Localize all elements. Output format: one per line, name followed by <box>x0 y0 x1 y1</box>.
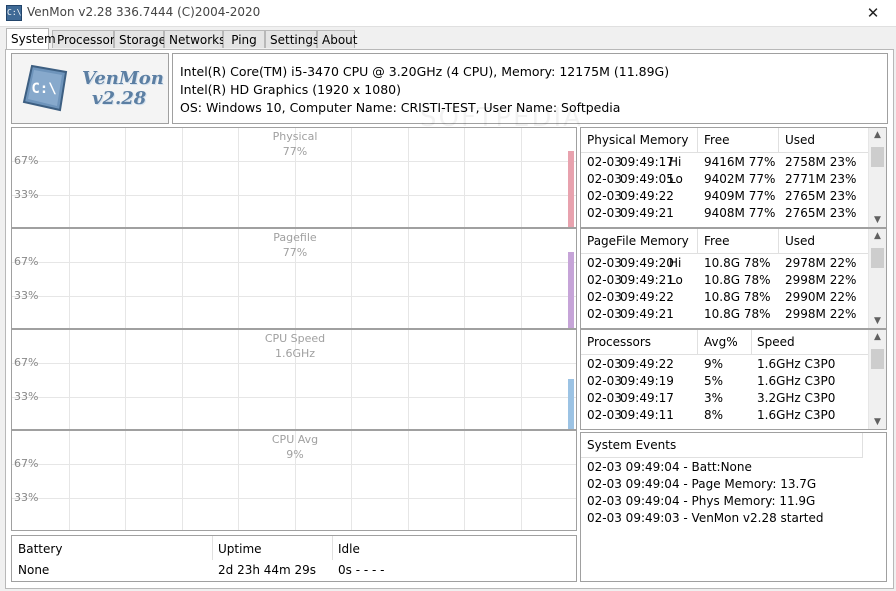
tab-settings[interactable]: Settings <box>265 30 319 48</box>
close-button[interactable]: ✕ <box>850 0 896 26</box>
scroll-down-icon[interactable]: ▼ <box>869 316 886 326</box>
graph-value: 77% <box>282 145 308 158</box>
list-item[interactable]: 02-03 09:49:17 3% 3.2GHz C3P0 <box>581 391 870 408</box>
window-title: VenMon v2.28 336.7444 (C)2004-2020 <box>27 5 261 19</box>
scroll-down-icon[interactable]: ▼ <box>869 215 886 225</box>
tick-low: 33% <box>14 491 39 504</box>
scroll-thumb[interactable] <box>871 349 884 369</box>
column-header-speed[interactable]: Speed <box>757 335 795 349</box>
scroll-down-icon[interactable]: ▼ <box>869 417 886 427</box>
scrollbar[interactable]: ▲ ▼ <box>868 229 886 328</box>
column-header-free[interactable]: Free <box>704 133 729 147</box>
graph-value: 1.6GHz <box>274 347 316 360</box>
tick-high: 67% <box>14 255 39 268</box>
list-item[interactable]: 02-03 09:49:21 10.8G 78% 2998M 22% <box>581 307 870 324</box>
tab-networks[interactable]: Networks <box>164 30 225 48</box>
list-item[interactable]: 02-03 09:49:22 9409M 77% 2765M 23% <box>581 189 870 206</box>
scroll-thumb[interactable] <box>871 248 884 268</box>
system-info-panel: Intel(R) Core(TM) i5-3470 CPU @ 3.20GHz … <box>172 53 888 124</box>
list-item[interactable]: 02-03 09:49:19 5% 1.6GHz C3P0 <box>581 374 870 391</box>
graph-title: CPU Avg <box>271 433 319 446</box>
scroll-up-icon[interactable]: ▲ <box>869 332 886 342</box>
system-events-list[interactable]: System Events 02-03 09:49:04 - Batt:None… <box>580 432 887 582</box>
scrollbar[interactable]: ▲ ▼ <box>868 128 886 227</box>
logo-panel: C:\ VenMon v2.28 <box>11 53 169 124</box>
list-item[interactable]: 02-03 09:49:21 9408M 77% 2765M 23% <box>581 206 870 223</box>
app-icon[interactable]: C:\ <box>6 5 22 21</box>
tab-ping[interactable]: Ping <box>223 30 265 48</box>
list-item[interactable]: 02-03 09:49:22 10.8G 78% 2990M 22% <box>581 290 870 307</box>
tick-high: 67% <box>14 356 39 369</box>
tick-low: 33% <box>14 390 39 403</box>
list-header: Processors Avg% Speed <box>581 330 870 355</box>
graph-title: Physical <box>272 130 318 143</box>
idle-label: Idle <box>338 542 360 556</box>
cpu-speed-graph: CPU Speed 1.6GHz 67% 33% <box>11 329 577 430</box>
processors-list[interactable]: Processors Avg% Speed 02-03 09:49:22 9% 1.6… <box>580 329 887 430</box>
tab-about[interactable]: About <box>317 30 357 48</box>
list-item[interactable]: 02-03 09:49:20 Hi 10.8G 78% 2978M 22% <box>581 256 870 273</box>
list-header: PageFile Memory Free Used <box>581 229 870 254</box>
tick-high: 67% <box>14 457 39 470</box>
venmon-logo-icon: C:\ <box>22 64 68 112</box>
graph-title: CPU Speed <box>264 332 326 345</box>
logo-version: v2.28 <box>92 88 147 109</box>
column-header-name[interactable]: Processors <box>587 335 651 349</box>
tick-low: 33% <box>14 188 39 201</box>
column-header-used[interactable]: Used <box>785 234 815 248</box>
graph-value: 9% <box>286 448 304 461</box>
column-header-name[interactable]: PageFile Memory <box>587 234 689 248</box>
pagefile-memory-list[interactable]: PageFile Memory Free Used 02-03 09:49:20 H… <box>580 228 887 329</box>
list-item[interactable]: 02-03 09:49:03 - VenMon v2.28 started <box>587 511 824 525</box>
logo-glyph: C:\ <box>31 81 56 97</box>
list-item[interactable]: 02-03 09:49:05 Lo 9402M 77% 2771M 23% <box>581 172 870 189</box>
tick-low: 33% <box>14 289 39 302</box>
status-panel: Battery Uptime Idle None 2d 23h 44m 29s … <box>11 535 577 582</box>
graph-value: 77% <box>282 246 308 259</box>
battery-label: Battery <box>18 542 63 556</box>
title-bar: C:\ VenMon v2.28 336.7444 (C)2004-2020 ✕ <box>0 0 896 27</box>
list-item[interactable]: 02-03 09:49:11 8% 1.6GHz C3P0 <box>581 408 870 425</box>
uptime-value: 2d 23h 44m 29s <box>218 563 317 577</box>
gpu-info: Intel(R) HD Graphics (1920 x 1080) <box>180 82 401 97</box>
battery-value: None <box>18 563 50 577</box>
physical-graph: Physical 77% 67% 33% <box>11 127 577 228</box>
list-item[interactable]: 02-03 09:49:04 - Page Memory: 13.7G <box>587 477 816 491</box>
graph-level-bar <box>568 379 574 429</box>
list-item[interactable]: 02-03 09:49:17 Hi 9416M 77% 2758M 23% <box>581 155 870 172</box>
graph-level-bar <box>568 252 574 328</box>
tab-processors[interactable]: Processors <box>52 30 121 48</box>
list-item[interactable]: 02-03 09:49:04 - Phys Memory: 11.9G <box>587 494 815 508</box>
idle-value: 0s - - - - <box>338 563 385 577</box>
logo-name: VenMon <box>82 68 164 89</box>
graph-level-bar <box>568 151 574 227</box>
os-info: OS: Windows 10, Computer Name: CRISTI-TE… <box>180 100 621 115</box>
column-header-used[interactable]: Used <box>785 133 815 147</box>
scrollbar[interactable]: ▲ ▼ <box>868 330 886 429</box>
scroll-up-icon[interactable]: ▲ <box>869 231 886 241</box>
scroll-up-icon[interactable]: ▲ <box>869 130 886 140</box>
pagefile-graph: Pagefile 77% 67% 33% <box>11 228 577 329</box>
cpu-avg-graph: CPU Avg 9% 67% 33% <box>11 430 577 531</box>
list-header: Physical Memory Free Used <box>581 128 870 153</box>
list-header: System Events <box>581 433 863 458</box>
uptime-label: Uptime <box>218 542 262 556</box>
list-item[interactable]: 02-03 09:49:21 Lo 10.8G 78% 2998M 22% <box>581 273 870 290</box>
column-header-avg[interactable]: Avg% <box>704 335 738 349</box>
column-header-events[interactable]: System Events <box>587 438 676 452</box>
tab-system[interactable]: System <box>6 28 56 49</box>
graph-title: Pagefile <box>273 231 317 244</box>
column-header-free[interactable]: Free <box>704 234 729 248</box>
physical-memory-list[interactable]: Physical Memory Free Used 02-03 09:49:17 H… <box>580 127 887 228</box>
tick-high: 67% <box>14 154 39 167</box>
column-header-name[interactable]: Physical Memory <box>587 133 688 147</box>
tab-storage[interactable]: Storage <box>114 30 166 48</box>
cpu-info: Intel(R) Core(TM) i5-3470 CPU @ 3.20GHz … <box>180 64 670 79</box>
list-item[interactable]: 02-03 09:49:22 9% 1.6GHz C3P0 <box>581 357 870 374</box>
scroll-thumb[interactable] <box>871 147 884 167</box>
list-item[interactable]: 02-03 09:49:04 - Batt:None <box>587 460 752 474</box>
